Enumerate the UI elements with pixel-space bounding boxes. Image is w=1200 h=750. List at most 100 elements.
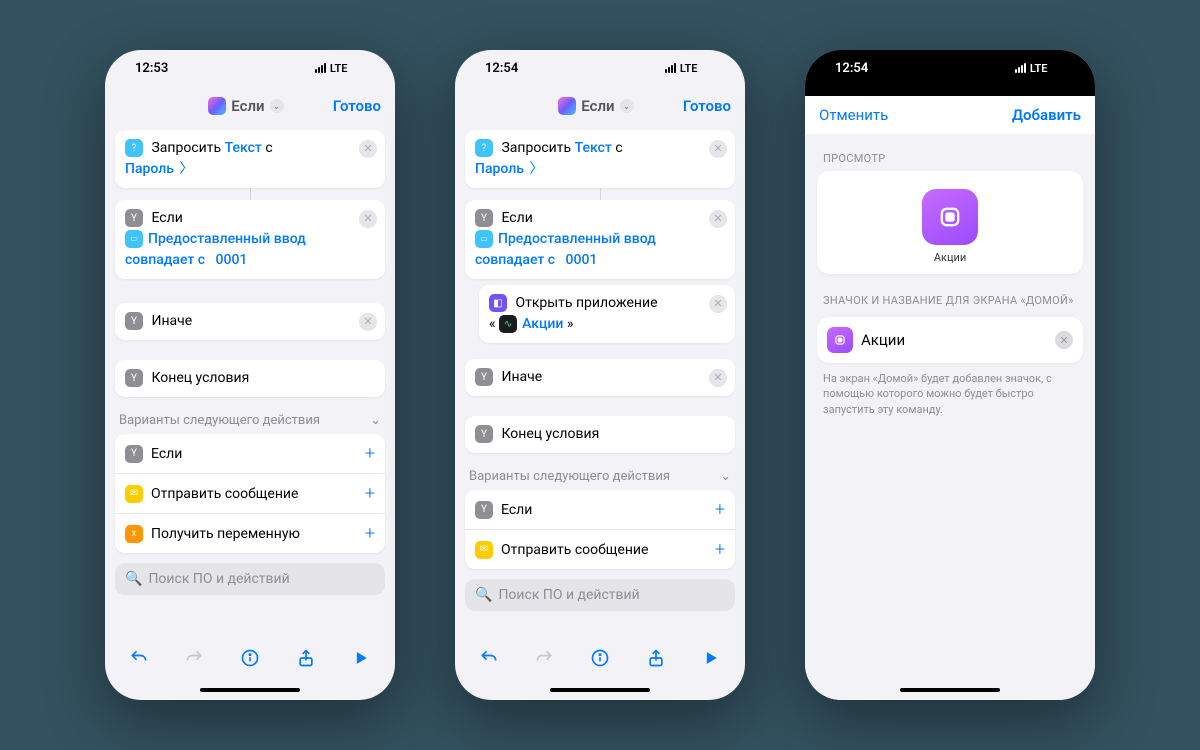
search-input[interactable]: 🔍 Поиск ПО и действий xyxy=(115,563,385,595)
ask-type-token[interactable]: Текст xyxy=(225,140,262,156)
chevron-down-icon[interactable]: ⌄ xyxy=(370,413,381,428)
message-icon: ✉ xyxy=(125,485,143,503)
status-right: LTE 86 xyxy=(1015,62,1073,75)
status-time: 12:53 xyxy=(135,61,168,76)
shortcut-title[interactable]: Если ⌄ xyxy=(208,97,283,115)
message-icon: ✉ xyxy=(475,541,493,559)
if-input-token[interactable]: Предоставленный ввод xyxy=(498,231,656,247)
undo-button[interactable] xyxy=(476,645,502,671)
shortcuts-app-icon xyxy=(208,97,226,115)
plus-icon[interactable]: + xyxy=(365,523,375,544)
suggestion-if[interactable]: Y Если + xyxy=(465,490,735,530)
endif-label: Конец условия xyxy=(151,370,249,386)
chevron-down-icon[interactable]: ⌄ xyxy=(620,99,634,113)
suggestions-header[interactable]: Варианты следующего действия ⌄ xyxy=(465,459,735,490)
phone-screen-2: 12:54 LTE 86 Если ⌄ Готово ✕ ? Запросить… xyxy=(455,50,745,700)
if-icon: Y xyxy=(475,209,493,227)
if-input-token[interactable]: Предоставленный ввод xyxy=(148,231,306,247)
home-indicator[interactable] xyxy=(455,680,745,700)
suggestions-list: Y Если + ✉ Отправить сообщение + x Получ… xyxy=(115,434,385,553)
plus-icon[interactable]: + xyxy=(365,443,375,464)
action-end-if[interactable]: Y Конец условия xyxy=(465,416,735,453)
action-if[interactable]: ✕ Y Если ▭Предоставленный ввод совпадает… xyxy=(465,200,735,279)
battery-icon: 86 xyxy=(352,62,373,75)
play-button[interactable] xyxy=(698,645,724,671)
if-cond-token[interactable]: совпадает с xyxy=(125,252,205,268)
if-cond-token[interactable]: совпадает с xyxy=(475,252,555,268)
plus-icon[interactable]: + xyxy=(715,539,725,560)
action-else[interactable]: ✕ Y Иначе xyxy=(465,359,735,396)
done-button[interactable]: Готово xyxy=(683,97,731,115)
close-icon[interactable]: ✕ xyxy=(709,369,727,387)
if-icon: Y xyxy=(125,445,143,463)
suggestion-send-message[interactable]: ✉ Отправить сообщение + xyxy=(465,530,735,569)
ask-password-token[interactable]: Пароль xyxy=(125,161,174,177)
suggestion-send-message[interactable]: ✉ Отправить сообщение + xyxy=(115,474,385,514)
close-icon[interactable]: ✕ xyxy=(359,140,377,158)
shortcut-icon-small[interactable] xyxy=(827,327,853,353)
search-placeholder: Поиск ПО и действий xyxy=(148,571,289,587)
action-ask-input[interactable]: ✕ ? Запросить Текст с Пароль 〉 xyxy=(115,130,385,188)
suggestion-label: Отправить сообщение xyxy=(501,542,648,558)
action-end-if[interactable]: Y Конец условия xyxy=(115,360,385,397)
cancel-button[interactable]: Отменить xyxy=(819,106,888,124)
action-ask-input[interactable]: ✕ ? Запросить Текст с Пароль 〉 xyxy=(465,130,735,188)
action-open-app[interactable]: ✕ ◧ Открыть приложение « ∿Акции » xyxy=(479,285,735,343)
action-if[interactable]: ✕ Y Если ▭Предоставленный ввод совпадает… xyxy=(115,200,385,279)
ask-password-token[interactable]: Пароль xyxy=(475,161,524,177)
info-button[interactable] xyxy=(587,645,613,671)
undo-button[interactable] xyxy=(126,645,152,671)
preview-section-label: ПРОСМОТР xyxy=(817,146,1083,171)
chevron-down-icon[interactable]: ⌄ xyxy=(720,469,731,484)
suggestion-get-variable[interactable]: x Получить переменную + xyxy=(115,514,385,553)
battery-icon: 86 xyxy=(1052,62,1073,75)
status-right: LTE 86 xyxy=(315,62,373,75)
app-name-token[interactable]: Акции xyxy=(522,316,563,332)
ask-type-token[interactable]: Текст xyxy=(575,140,612,156)
suggestion-label: Если xyxy=(501,502,532,518)
close-icon[interactable]: ✕ xyxy=(709,210,727,228)
shortcut-name-input[interactable]: Акции ✕ xyxy=(817,317,1083,363)
suggestion-if[interactable]: Y Если + xyxy=(115,434,385,474)
input-icon: ▭ xyxy=(125,230,143,248)
share-button[interactable] xyxy=(293,645,319,671)
action-else[interactable]: ✕ Y Иначе xyxy=(115,303,385,340)
info-button[interactable] xyxy=(237,645,263,671)
ask-prefix: Запросить xyxy=(151,140,221,156)
chevron-right-icon[interactable]: 〉 xyxy=(179,161,193,177)
quote-left: « xyxy=(489,316,496,332)
close-icon[interactable]: ✕ xyxy=(359,313,377,331)
preview-card: Акции xyxy=(817,171,1083,274)
ask-prefix: Запросить xyxy=(501,140,571,156)
home-indicator[interactable] xyxy=(105,680,395,700)
status-time: 12:54 xyxy=(835,61,868,76)
phone-screen-3: 12:54 LTE 86 Отменить Добавить ПРОСМОТР … xyxy=(805,50,1095,700)
play-button[interactable] xyxy=(348,645,374,671)
plus-icon[interactable]: + xyxy=(365,483,375,504)
add-button[interactable]: Добавить xyxy=(1012,106,1081,124)
title-text: Если xyxy=(581,97,614,115)
network-label: LTE xyxy=(1030,62,1048,75)
plus-icon[interactable]: + xyxy=(715,499,725,520)
clear-icon[interactable]: ✕ xyxy=(1055,331,1073,349)
chevron-right-icon[interactable]: 〉 xyxy=(529,161,543,177)
close-icon[interactable]: ✕ xyxy=(709,295,727,313)
chevron-down-icon[interactable]: ⌄ xyxy=(270,99,284,113)
done-button[interactable]: Готово xyxy=(333,97,381,115)
ask-icon: ? xyxy=(475,139,493,157)
nav-bar: Если ⌄ Готово xyxy=(105,86,395,126)
home-indicator[interactable] xyxy=(805,680,1095,700)
if-value-token[interactable]: 0001 xyxy=(566,252,598,268)
close-icon[interactable]: ✕ xyxy=(709,140,727,158)
search-input[interactable]: 🔍 Поиск ПО и действий xyxy=(465,579,735,611)
sheet-nav: Отменить Добавить xyxy=(805,96,1095,134)
shortcut-icon-preview[interactable] xyxy=(922,189,978,245)
shortcut-title[interactable]: Если ⌄ xyxy=(558,97,633,115)
open-app-label: Открыть приложение xyxy=(515,295,657,311)
share-button[interactable] xyxy=(643,645,669,671)
close-icon[interactable]: ✕ xyxy=(359,210,377,228)
if-value-token[interactable]: 0001 xyxy=(216,252,248,268)
status-time: 12:54 xyxy=(485,61,518,76)
editor-content: ✕ ? Запросить Текст с Пароль 〉 ✕ Y Если … xyxy=(105,126,395,636)
suggestions-header[interactable]: Варианты следующего действия ⌄ xyxy=(115,403,385,434)
